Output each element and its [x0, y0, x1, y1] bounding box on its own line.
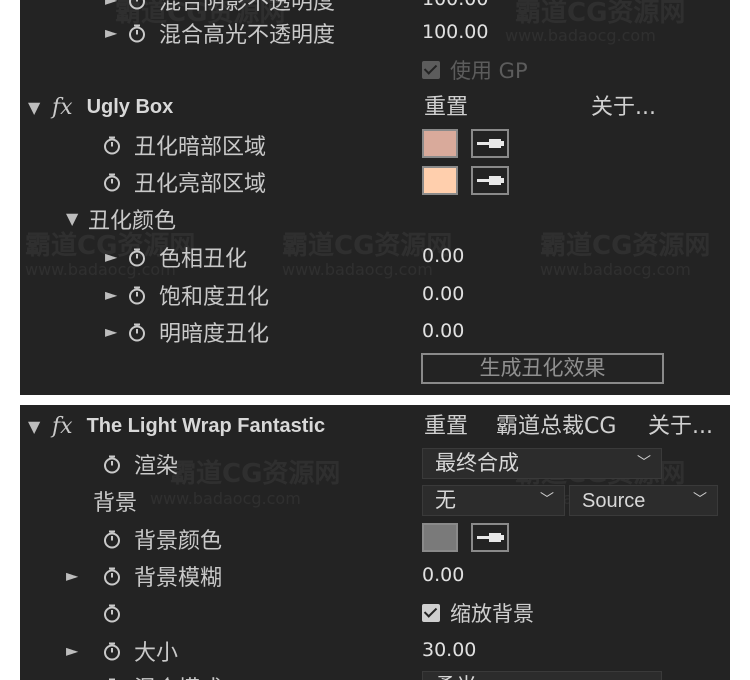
blend-mode-dropdown[interactable]: 柔光: [422, 671, 662, 680]
use-gp-checkbox[interactable]: [422, 60, 440, 79]
dropdown-value: 柔光: [435, 674, 477, 680]
param-label: 丑化亮部区域: [134, 171, 267, 197]
render-dropdown[interactable]: 最终合成 ﹀: [422, 448, 662, 479]
expand-triangle-icon[interactable]: ►: [105, 322, 127, 341]
effect-controls-panel-top: 霸道CG资源网 霸道CG资源网 www.badaocg.com 霸道CG资源网 …: [20, 0, 730, 395]
eyedropper-icon[interactable]: [471, 129, 509, 158]
stopwatch-icon[interactable]: [102, 603, 122, 623]
stopwatch-icon[interactable]: [102, 529, 122, 549]
fx-toggle-icon[interactable]: fx: [52, 414, 73, 439]
param-row: 混合模式 柔光: [20, 668, 730, 680]
stopwatch-icon[interactable]: [102, 135, 122, 155]
param-row: 丑化亮部区域: [20, 163, 730, 200]
collapse-triangle-icon[interactable]: ▼: [66, 209, 88, 228]
param-label: 明暗度丑化: [159, 321, 270, 347]
dropdown-value: 最终合成: [435, 451, 519, 475]
stopwatch-icon[interactable]: [127, 247, 147, 267]
fx-toggle-icon[interactable]: fx: [52, 95, 73, 120]
param-label: 混合模式: [134, 671, 222, 680]
param-row: ► 色相丑化 0.00: [20, 238, 730, 275]
color-swatch[interactable]: [422, 523, 458, 552]
stopwatch-icon[interactable]: [127, 0, 147, 10]
stopwatch-icon[interactable]: [127, 285, 147, 305]
custom-link[interactable]: 霸道总裁CG: [496, 408, 616, 445]
param-label: 背景: [93, 490, 138, 516]
param-row: 背景颜色: [20, 520, 730, 557]
param-value[interactable]: 0.00: [422, 238, 464, 275]
param-row: ► 大小 30.00: [20, 632, 730, 669]
stopwatch-icon[interactable]: [102, 454, 122, 474]
param-row: 使用 GP: [20, 51, 730, 88]
color-swatch[interactable]: [422, 166, 458, 195]
param-label: 背景颜色: [134, 528, 223, 554]
chevron-down-icon: ﹀: [637, 455, 651, 471]
stopwatch-icon[interactable]: [127, 23, 147, 43]
param-row: 背景 无 ﹀ Source ﹀: [20, 482, 730, 519]
scale-background-checkbox[interactable]: [422, 603, 440, 622]
expand-triangle-icon[interactable]: ►: [105, 285, 127, 304]
background-layer-dropdown[interactable]: 无 ﹀: [422, 485, 565, 516]
dropdown-value: Source: [582, 490, 646, 512]
param-label: 饱和度丑化: [159, 284, 270, 310]
expand-triangle-icon[interactable]: ►: [105, 0, 127, 9]
expand-triangle-icon[interactable]: ►: [66, 566, 102, 585]
effect-header: ▼ fx The Light Wrap Fantastic 重置 霸道总裁CG …: [20, 408, 730, 445]
param-row: ► 背景模糊 0.00: [20, 557, 730, 594]
effect-header: ▼ fx Ugly Box 重置 关于...: [20, 89, 730, 126]
param-value[interactable]: 0.00: [422, 557, 464, 594]
generate-ugly-button[interactable]: 生成丑化效果: [421, 353, 664, 384]
effect-controls-panel-bottom: 霸道CG资源网 霸道CG资源网 www.badaocg.com www.bada…: [20, 405, 730, 680]
stopwatch-icon[interactable]: [102, 172, 122, 192]
color-swatch[interactable]: [422, 129, 458, 158]
chevron-down-icon: ﹀: [693, 492, 707, 508]
param-value[interactable]: 30.00: [422, 632, 476, 669]
stopwatch-icon[interactable]: [102, 677, 122, 680]
checkbox-label: 缩放背景: [450, 601, 534, 626]
reset-link[interactable]: 重置: [424, 89, 468, 126]
param-row: 渲染 最终合成 ﹀: [20, 445, 730, 482]
background-source-dropdown[interactable]: Source ﹀: [569, 485, 718, 516]
param-label: 色相丑化: [159, 246, 248, 272]
collapse-triangle-icon[interactable]: ▼: [28, 417, 52, 436]
param-label: 渲染: [134, 453, 179, 479]
stopwatch-icon[interactable]: [127, 322, 147, 342]
param-row: ► 明暗度丑化 0.00: [20, 313, 730, 350]
param-row: 生成丑化效果: [20, 350, 730, 387]
about-link[interactable]: 关于...: [591, 89, 656, 126]
expand-triangle-icon[interactable]: ►: [66, 641, 102, 660]
chevron-down-icon: ﹀: [540, 492, 554, 508]
stopwatch-icon[interactable]: [102, 641, 122, 661]
param-value[interactable]: 100.00: [422, 14, 488, 51]
eyedropper-icon[interactable]: [471, 166, 509, 195]
use-gp-label: 使用 GP: [450, 58, 528, 83]
param-label: 丑化暗部区域: [134, 134, 267, 160]
param-group-row: ▼ 丑化颜色: [20, 200, 730, 237]
expand-triangle-icon[interactable]: ►: [105, 23, 127, 42]
eyedropper-icon[interactable]: [471, 523, 509, 552]
param-row: ► 混合高光不透明度 100.00: [20, 14, 730, 51]
param-value[interactable]: 0.00: [422, 313, 464, 350]
param-label: 大小: [134, 640, 179, 666]
param-value[interactable]: 0.00: [422, 276, 464, 313]
effect-name: The Light Wrap Fantastic: [86, 415, 326, 437]
about-link[interactable]: 关于...: [648, 408, 713, 445]
effect-name: Ugly Box: [86, 96, 174, 118]
reset-link[interactable]: 重置: [424, 408, 468, 445]
group-label: 丑化颜色: [88, 208, 177, 234]
param-label: 背景模糊: [134, 565, 223, 591]
param-row: ► 饱和度丑化 0.00: [20, 276, 730, 313]
dropdown-value: 无: [435, 488, 456, 512]
param-label: 混合高光不透明度: [159, 22, 336, 48]
param-row: 缩放背景: [20, 594, 730, 631]
stopwatch-icon[interactable]: [102, 566, 122, 586]
collapse-triangle-icon[interactable]: ▼: [28, 98, 52, 117]
expand-triangle-icon[interactable]: ►: [105, 247, 127, 266]
param-row: 丑化暗部区域: [20, 126, 730, 163]
